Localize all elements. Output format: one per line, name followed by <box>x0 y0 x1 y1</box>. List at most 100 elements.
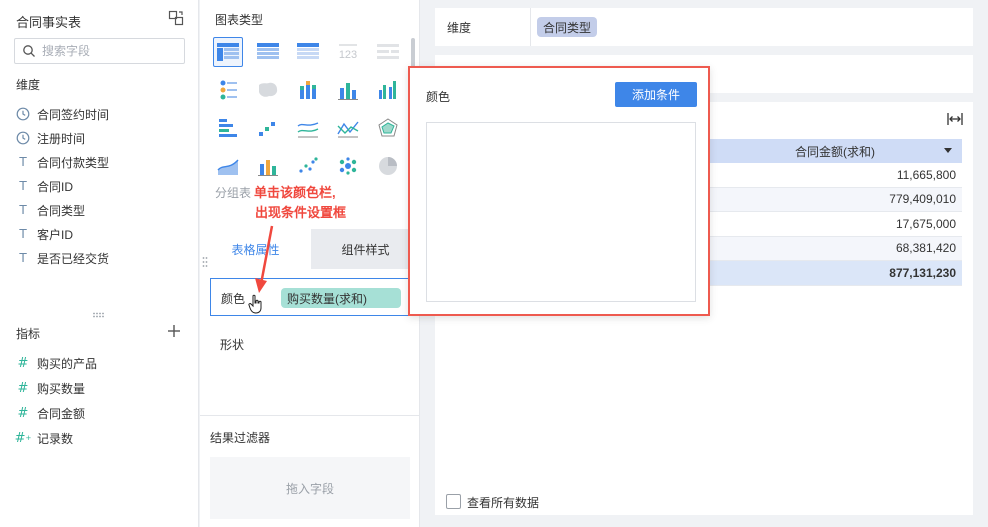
config-panel: 图表类型 123 分组表 表格属性 组件样式 颜色 购买数量(求和) 形状 结果… <box>200 0 420 527</box>
field-label: 合同类型 <box>37 203 86 218</box>
text-type-icon: T <box>19 251 27 265</box>
annotation-line: 出现条件设置框 <box>255 205 347 220</box>
hash-icon: # <box>17 380 29 396</box>
metric-field-item[interactable]: # 合同金额 <box>16 403 85 423</box>
text-list-chart-icon[interactable] <box>373 37 403 67</box>
search-input[interactable] <box>42 42 182 60</box>
show-all-data-checkbox[interactable] <box>446 494 461 509</box>
dimension-field-item[interactable]: T 是否已经交货 <box>16 248 109 268</box>
dimension-field-item[interactable]: 注册时间 <box>16 128 85 148</box>
panel-resize-handle[interactable] <box>92 312 106 318</box>
result-filter-label: 结果过滤器 <box>210 431 271 445</box>
field-label: 注册时间 <box>37 131 86 146</box>
table-cell: 68,381,420 <box>708 236 962 261</box>
text-type-icon: T <box>19 179 27 193</box>
dimension-row-label: 维度 <box>447 21 472 35</box>
dimension-drop-row[interactable]: 维度 合同类型 <box>435 8 973 46</box>
filter-drop-zone[interactable]: 拖入字段 <box>210 457 410 519</box>
shape-label: 形状 <box>220 338 245 352</box>
popup-title: 颜色 <box>426 90 451 104</box>
add-metric-icon[interactable] <box>166 323 182 339</box>
indicator-card-chart-icon[interactable] <box>213 75 243 105</box>
text-type-icon: T <box>19 203 27 217</box>
clock-icon <box>16 107 30 121</box>
dimension-field-item[interactable]: T 合同类型 <box>16 200 85 220</box>
svg-text:123: 123 <box>339 49 357 61</box>
table-cell: 17,675,000 <box>708 212 962 237</box>
column-header-label: 合同金额(求和) <box>795 144 875 159</box>
metric-section-label: 指标 <box>16 327 41 341</box>
color-field-pill[interactable]: 购买数量(求和) <box>281 288 401 308</box>
color-label: 颜色 <box>221 292 246 306</box>
hand-cursor-icon <box>248 294 262 314</box>
kpi-number-chart-icon[interactable]: 123 <box>333 37 363 67</box>
table-cell: 11,665,800 <box>708 163 962 188</box>
result-table: 合同金额(求和) 11,665,800 779,409,010 17,675,0… <box>708 139 962 286</box>
show-all-data-label: 查看所有数据 <box>467 496 540 510</box>
step-chart-icon[interactable] <box>253 113 283 143</box>
dimension-field-item[interactable]: 合同签约时间 <box>16 104 109 124</box>
field-label: 合同ID <box>37 179 74 194</box>
radar-chart-icon[interactable] <box>373 113 403 143</box>
field-label: 合同签约时间 <box>37 107 110 122</box>
condition-list-area <box>426 122 696 302</box>
dimension-field-item[interactable]: T 客户ID <box>16 224 73 244</box>
field-label: 合同付款类型 <box>37 155 110 170</box>
field-label: 客户ID <box>37 227 74 242</box>
property-tabs: 表格属性 组件样式 <box>200 229 420 269</box>
dimension-section-label: 维度 <box>16 78 41 92</box>
field-label: 购买的产品 <box>37 356 98 371</box>
bar-chart-icon[interactable] <box>213 113 243 143</box>
switch-dataset-icon[interactable] <box>168 10 184 26</box>
column-chart-icon[interactable] <box>333 75 363 105</box>
record-count-icon: # + <box>14 430 32 446</box>
metric-field-item[interactable]: # + 记录数 <box>14 428 73 448</box>
scatter-chart-icon[interactable] <box>293 151 323 181</box>
hash-icon: # <box>17 405 29 421</box>
bubble-chart-icon[interactable] <box>333 151 363 181</box>
annotation-arrow-icon <box>255 225 274 293</box>
field-label: 合同金额 <box>37 406 86 421</box>
dimension-field-pill[interactable]: 合同类型 <box>537 17 598 37</box>
table-header[interactable]: 合同金额(求和) <box>708 139 962 163</box>
field-label: 是否已经交货 <box>37 251 110 266</box>
instruction-annotation: 单击该颜色栏, 出现条件设置框 <box>254 183 346 223</box>
clock-icon <box>16 131 30 145</box>
dataset-title: 合同事实表 <box>16 15 82 30</box>
add-condition-button[interactable]: 添加条件 <box>615 82 697 107</box>
combo-chart-icon[interactable] <box>253 151 283 181</box>
map-chart-icon[interactable] <box>253 75 283 105</box>
stacked-column-chart-icon[interactable] <box>293 75 323 105</box>
grouping-table-chart-icon[interactable] <box>213 37 243 67</box>
data-panel: 合同事实表 维度 合同签约时间 注册时间 T 合同付款类型 T 合同ID T 合… <box>0 0 199 527</box>
cross-table-chart-icon[interactable] <box>253 37 283 67</box>
table-total-cell: 877,131,230 <box>708 261 962 286</box>
search-icon <box>23 45 35 57</box>
pie-chart-icon[interactable] <box>373 151 403 181</box>
field-search-box[interactable] <box>14 38 185 64</box>
line-chart-icon[interactable] <box>293 113 323 143</box>
text-type-icon: T <box>19 227 27 241</box>
shape-property-row[interactable]: 形状 <box>210 325 410 363</box>
hash-icon: # <box>17 355 29 371</box>
table-cell: 779,409,010 <box>708 187 962 212</box>
tab-component-style[interactable]: 组件样式 <box>311 229 420 269</box>
annotation-line: 单击该颜色栏, <box>254 185 336 200</box>
dimension-field-item[interactable]: T 合同ID <box>16 176 73 196</box>
dimension-field-item[interactable]: T 合同付款类型 <box>16 152 109 172</box>
fit-width-icon[interactable] <box>947 112 963 126</box>
divider <box>200 415 420 416</box>
detail-table-chart-icon[interactable] <box>293 37 323 67</box>
chevron-down-icon[interactable] <box>944 148 952 153</box>
chart-type-hover-label: 分组表 <box>215 186 252 200</box>
metric-field-item[interactable]: # 购买数量 <box>16 378 85 398</box>
color-condition-popup: 颜色 添加条件 <box>408 66 710 316</box>
panel-drag-handle[interactable] <box>202 256 208 268</box>
color-property-row[interactable]: 颜色 购买数量(求和) <box>210 278 410 316</box>
metric-field-item[interactable]: # 购买的产品 <box>16 353 97 373</box>
divider <box>530 8 531 46</box>
grouped-column-chart-icon[interactable] <box>373 75 403 105</box>
area-chart-icon[interactable] <box>213 151 243 181</box>
text-type-icon: T <box>19 155 27 169</box>
polyline-chart-icon[interactable] <box>333 113 363 143</box>
